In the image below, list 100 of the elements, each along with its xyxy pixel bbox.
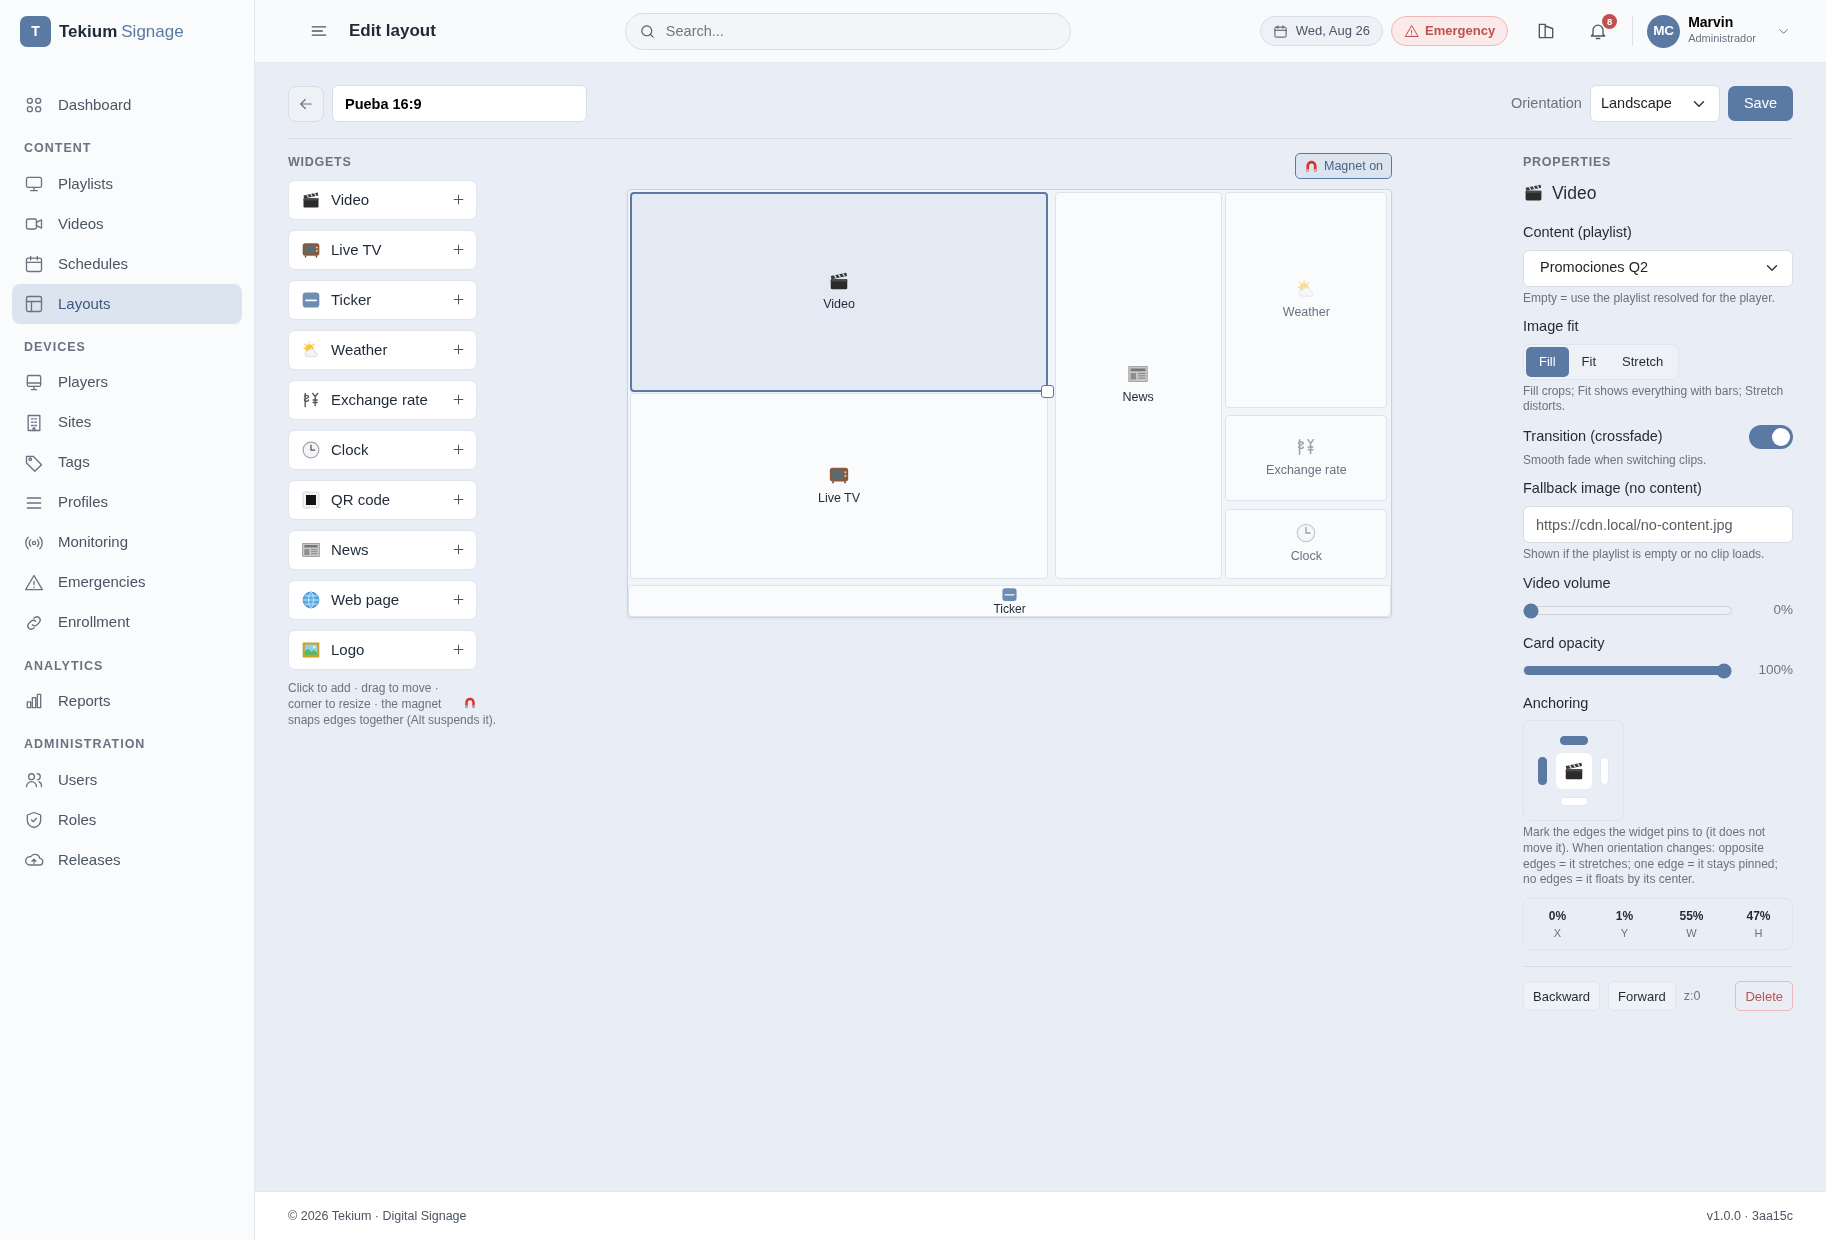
fallback-url-field[interactable]: https://cdn.local/no-content.jpg: [1523, 506, 1793, 544]
widget-button[interactable]: QR code: [288, 479, 477, 520]
widget-button[interactable]: Exchange rate: [288, 379, 477, 420]
geometry-axis: H: [1753, 925, 1764, 941]
nav-item[interactable]: Playlists: [12, 163, 242, 204]
widget-title: Video: [1552, 181, 1597, 205]
magnet-icon: [1304, 158, 1319, 174]
geometry-value: 47%: [1745, 907, 1772, 925]
widget-button[interactable]: Logo: [288, 629, 477, 670]
emergency-button[interactable]: Emergency: [1391, 16, 1509, 46]
grid-icon: [24, 95, 44, 115]
slider-track[interactable]: [1523, 606, 1732, 616]
layout-name-field[interactable]: Pueba 16:9: [332, 85, 587, 122]
widget-button[interactable]: Live TV: [288, 229, 477, 270]
ticker-icon: [1001, 586, 1019, 604]
widget-button[interactable]: Weather: [288, 329, 477, 370]
section-heading: ANALYTICS: [23, 657, 105, 675]
section-heading: PROPERTIES: [1523, 154, 1613, 171]
avatar: MC: [1647, 14, 1681, 48]
add-icon: [451, 242, 466, 258]
nav-item[interactable]: Tags: [12, 442, 242, 483]
add-icon: [451, 542, 466, 558]
add-icon: [451, 342, 466, 358]
nav-item[interactable]: Sites: [12, 402, 242, 443]
canvas-widget[interactable]: Live TV: [630, 392, 1048, 579]
field-label: Fallback image (no content): [1523, 479, 1703, 499]
brand-name: Signage: [121, 20, 184, 43]
nav-item[interactable]: Profiles: [12, 482, 242, 523]
slider-value: 0%: [1772, 601, 1793, 620]
slider-track[interactable]: [1523, 666, 1732, 676]
slider-thumb[interactable]: [1716, 663, 1732, 679]
field-label: Anchoring: [1523, 693, 1590, 713]
help-text: Empty = use the playlist resolved for the player.: [1523, 290, 1776, 307]
canvas-widget[interactable]: Ticker: [628, 584, 1392, 617]
date-chip: Wed, Aug 26: [1259, 16, 1384, 46]
add-icon: [451, 192, 466, 208]
page-title: Edit layout: [349, 20, 436, 43]
widget-button[interactable]: News: [288, 529, 477, 570]
widget-button[interactable]: Web page: [288, 579, 477, 620]
shield-icon: [24, 810, 44, 830]
nav-item[interactable]: Layouts: [12, 283, 242, 324]
calendar-icon: [1272, 23, 1288, 39]
magnet-icon: [463, 696, 477, 711]
nav-item[interactable]: Monitoring: [12, 522, 242, 563]
canvas-widget[interactable]: News: [1054, 192, 1222, 579]
nav-item[interactable]: Schedules: [12, 243, 242, 284]
add-icon: [451, 442, 466, 458]
add-icon: [451, 592, 466, 608]
nav-item[interactable]: Emergencies: [12, 562, 242, 603]
nav-item[interactable]: Roles: [12, 800, 242, 840]
section-heading: DEVICES: [23, 338, 87, 356]
z-index-label: z:0: [1683, 987, 1701, 1005]
help-text: Fill crops; Fit shows everything with bars; Stretch distorts.: [1523, 383, 1785, 415]
toggle-switch[interactable]: [1749, 424, 1793, 449]
user-name: Marvin: [1688, 15, 1735, 31]
anchor-edge[interactable]: [1559, 735, 1588, 745]
delete-button[interactable]: Delete: [1735, 981, 1793, 1012]
canvas-widget[interactable]: Exchange rate: [1225, 415, 1388, 501]
save-button[interactable]: Save: [1727, 86, 1793, 121]
geometry-value: 0%: [1547, 907, 1568, 925]
canvas-widget[interactable]: Weather: [1225, 192, 1388, 408]
sun-cloud-icon: [301, 339, 321, 360]
search-field[interactable]: Search...: [624, 12, 1071, 50]
nav-item[interactable]: Releases: [12, 840, 242, 880]
calendar-icon: [24, 253, 44, 274]
geometry-axis: Y: [1619, 925, 1630, 941]
warning-icon: [24, 572, 44, 593]
help-text: Smooth fade when switching clips.: [1523, 452, 1708, 469]
clock-icon: [1295, 521, 1318, 544]
nav-item[interactable]: Players: [12, 362, 242, 403]
widget-button[interactable]: Video: [288, 179, 477, 220]
canvas-widget[interactable]: Video: [630, 192, 1048, 392]
forward-button[interactable]: Forward: [1608, 981, 1676, 1012]
magnet-toggle[interactable]: Magnet on: [1295, 153, 1393, 179]
nav-item[interactable]: Videos: [12, 203, 242, 244]
fit-option[interactable]: Stretch: [1609, 347, 1677, 377]
playlist-select[interactable]: Promociones Q2: [1523, 249, 1793, 287]
anchor-edge[interactable]: [1538, 756, 1548, 785]
canvas-widget[interactable]: Clock: [1225, 508, 1388, 579]
users-icon: [24, 770, 44, 790]
fit-option[interactable]: Fill: [1526, 347, 1569, 377]
slider-thumb[interactable]: [1523, 603, 1539, 619]
field-label: Card opacity: [1523, 633, 1606, 653]
nav-item[interactable]: Dashboard: [12, 85, 242, 125]
monitor-icon: [24, 372, 44, 393]
nav-item[interactable]: Users: [12, 760, 242, 800]
widget-button[interactable]: Clock: [288, 429, 477, 470]
field-label: Video volume: [1523, 573, 1612, 593]
fit-option[interactable]: Fit: [1568, 347, 1610, 377]
add-icon: [451, 292, 466, 308]
section-heading: ADMINISTRATION: [23, 736, 147, 754]
copyright-text: © 2026 Tekium · Digital Signage: [288, 1207, 467, 1225]
clock-icon: [301, 439, 321, 460]
widget-button[interactable]: Ticker: [288, 279, 477, 320]
backward-button[interactable]: Backward: [1523, 981, 1601, 1012]
field-label: Transition (crossfade): [1523, 426, 1663, 446]
nav-item[interactable]: Reports: [12, 681, 242, 722]
nav-item[interactable]: Enrollment: [12, 602, 242, 643]
orientation-select[interactable]: Landscape: [1589, 85, 1720, 122]
geometry-axis: X: [1552, 925, 1563, 941]
